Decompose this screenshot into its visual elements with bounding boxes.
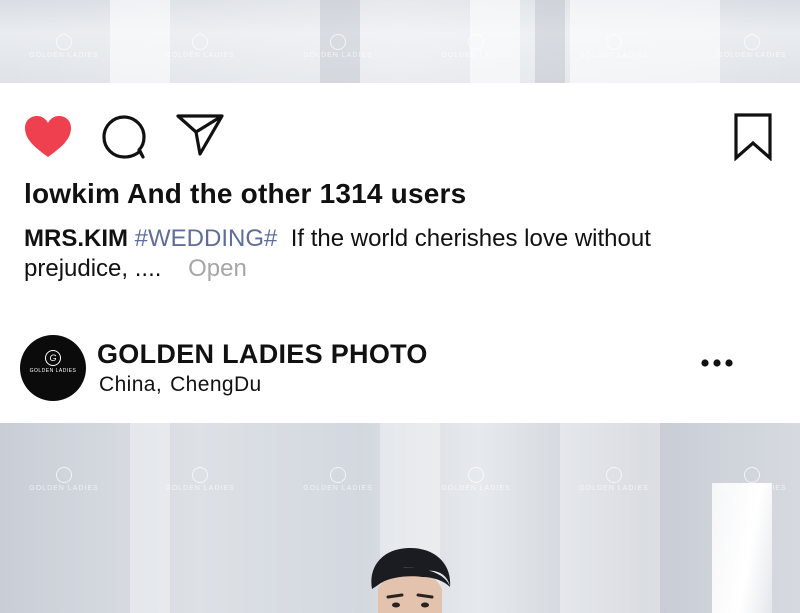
background-panel — [130, 423, 170, 613]
caption-more-link[interactable]: Open — [188, 255, 247, 282]
avatar-logo-icon: G — [45, 350, 61, 366]
likes-text[interactable]: lowkim And the other 1314 users — [24, 178, 466, 210]
watermark: GOLDEN LADIES — [574, 34, 654, 59]
post-photo-top[interactable]: GOLDEN LADIES GOLDEN LADIES GOLDEN LADIE… — [0, 0, 800, 83]
watermark: GOLDEN LADIES — [160, 467, 240, 492]
post-action-bar — [0, 83, 800, 183]
watermark: GOLDEN LADIES — [436, 467, 516, 492]
background-panel — [560, 423, 660, 613]
post-location[interactable]: China, ChengDu — [99, 373, 262, 397]
post-header: G GOLDEN LADIES GOLDEN LADIES PHOTO Chin… — [0, 323, 800, 423]
watermark: GOLDEN LADIES — [24, 34, 104, 59]
avatar[interactable]: G GOLDEN LADIES — [20, 335, 86, 401]
more-icon[interactable] — [700, 357, 734, 369]
avatar-text: GOLDEN LADIES — [29, 368, 77, 374]
watermark: GOLDEN LADIES — [574, 467, 654, 492]
account-name[interactable]: GOLDEN LADIES PHOTO — [97, 339, 428, 370]
person-head — [371, 547, 451, 613]
location-country: China, — [99, 373, 163, 396]
caption-hashtag[interactable]: #WEDDING# — [135, 225, 278, 252]
post-caption: MRS.KIM #WEDDING# If the world cherishes… — [24, 224, 724, 284]
comment-icon[interactable] — [102, 115, 146, 159]
watermark: GOLDEN LADIES — [298, 467, 378, 492]
watermark: GOLDEN LADIES — [712, 467, 792, 492]
dress-shadow — [535, 0, 565, 83]
watermark: GOLDEN LADIES — [436, 34, 516, 59]
location-city: ChengDu — [170, 373, 262, 396]
watermark: GOLDEN LADIES — [298, 34, 378, 59]
fabric-drape — [712, 483, 772, 613]
bookmark-icon[interactable] — [733, 113, 773, 161]
caption-username[interactable]: MRS.KIM — [24, 225, 128, 252]
post-photo-bottom[interactable]: GOLDEN LADIES GOLDEN LADIES GOLDEN LADIE… — [0, 423, 800, 613]
watermark: GOLDEN LADIES — [712, 34, 792, 59]
heart-icon[interactable] — [24, 115, 72, 159]
watermark: GOLDEN LADIES — [24, 467, 104, 492]
send-icon[interactable] — [176, 113, 224, 157]
watermark: GOLDEN LADIES — [160, 34, 240, 59]
